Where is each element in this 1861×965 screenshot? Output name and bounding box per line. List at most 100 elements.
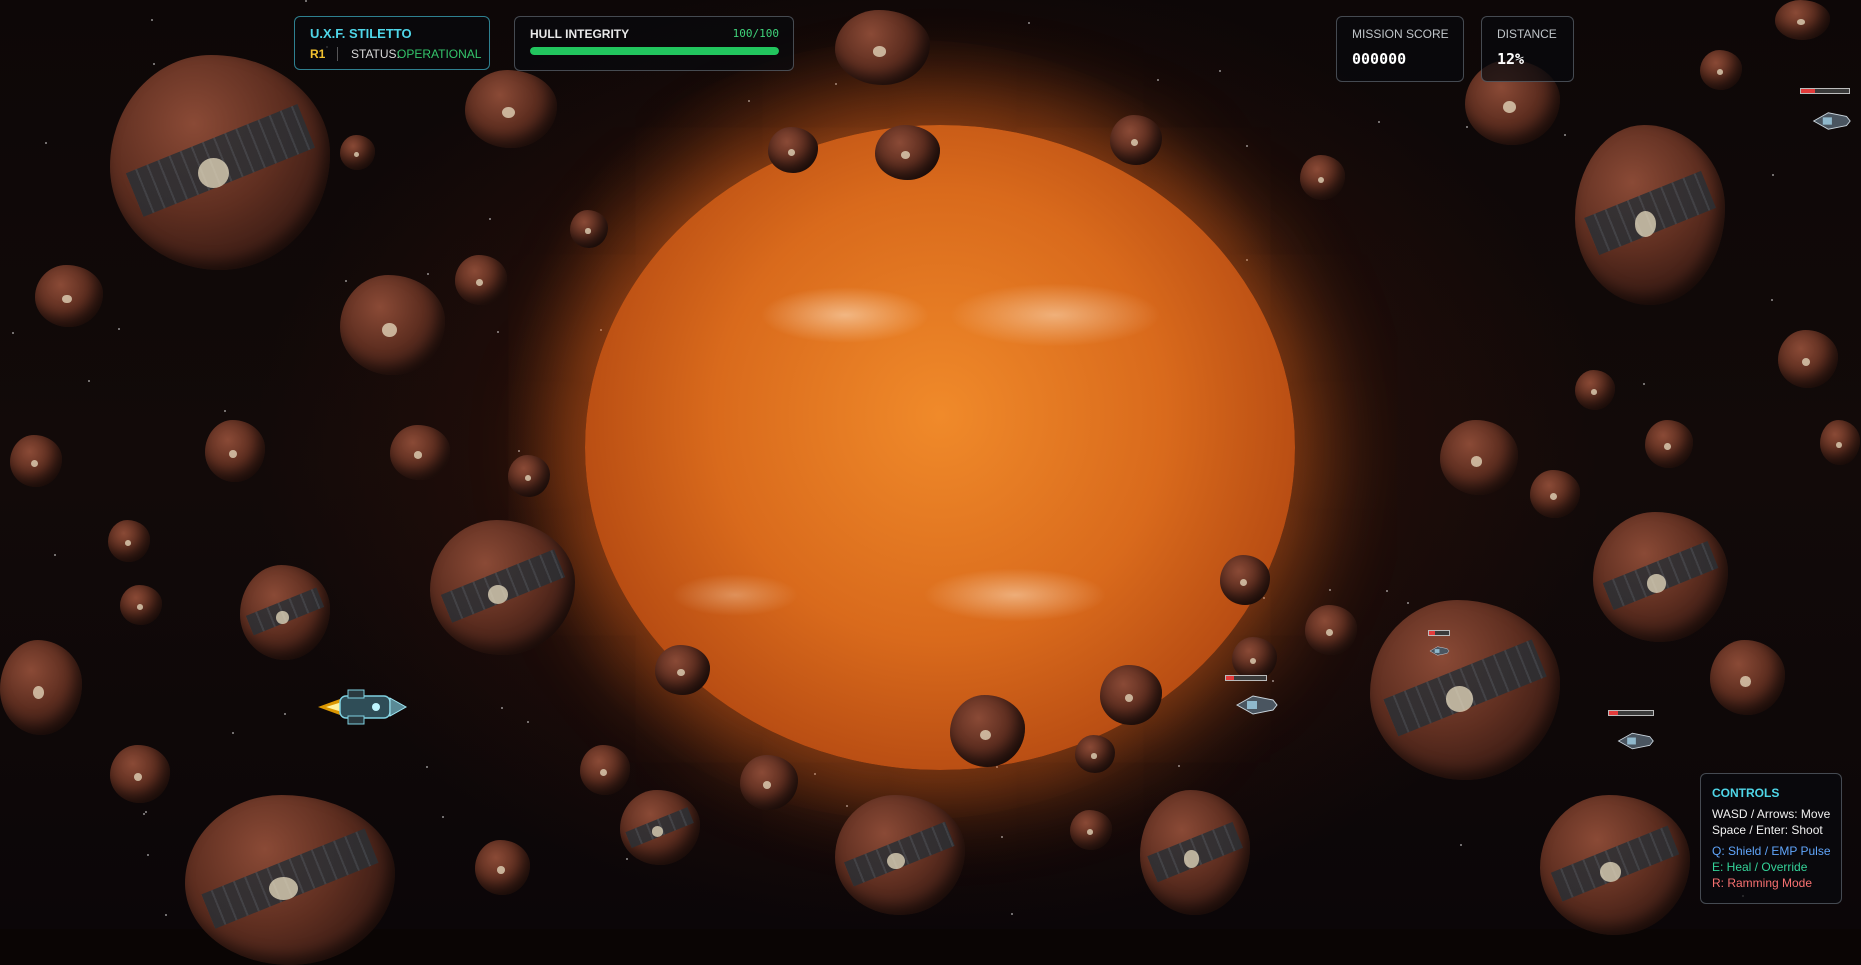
asteroid bbox=[1070, 810, 1112, 850]
asteroid bbox=[0, 640, 82, 735]
asteroid bbox=[455, 255, 507, 305]
asteroid bbox=[620, 790, 700, 865]
ship-name: U.X.F. STILETTO bbox=[310, 26, 412, 41]
star bbox=[1219, 70, 1221, 72]
enemy-health-fill bbox=[1801, 89, 1816, 93]
asteroid bbox=[108, 520, 150, 562]
star bbox=[45, 142, 47, 144]
star bbox=[151, 19, 153, 21]
star bbox=[1178, 765, 1180, 767]
star bbox=[145, 811, 147, 813]
star bbox=[501, 707, 503, 709]
control-shield: Q: Shield / EMP Pulse bbox=[1712, 844, 1831, 858]
mission-score-value: 000000 bbox=[1352, 50, 1407, 68]
star bbox=[153, 63, 155, 65]
asteroid bbox=[1775, 0, 1830, 40]
asteroid bbox=[1540, 795, 1690, 935]
control-heal: E: Heal / Override bbox=[1712, 860, 1808, 874]
star bbox=[88, 380, 90, 382]
controls-panel: CONTROLS WASD / Arrows: Move Space / Ent… bbox=[1700, 773, 1842, 904]
star bbox=[1772, 174, 1774, 176]
star bbox=[224, 410, 226, 412]
ship-rank: R1 bbox=[310, 47, 326, 61]
star bbox=[1028, 22, 1030, 24]
asteroid bbox=[1140, 790, 1250, 915]
control-shoot: Space / Enter: Shoot bbox=[1712, 823, 1823, 837]
star bbox=[426, 766, 428, 768]
star bbox=[12, 332, 14, 334]
star bbox=[1246, 145, 1248, 147]
asteroid bbox=[835, 795, 965, 915]
asteroid bbox=[205, 420, 265, 482]
enemy-health-bar bbox=[1608, 710, 1654, 716]
asteroid bbox=[1305, 605, 1357, 655]
star bbox=[1272, 680, 1274, 682]
asteroid bbox=[465, 70, 557, 148]
star bbox=[232, 732, 234, 734]
hull-label: HULL INTEGRITY bbox=[530, 27, 630, 41]
star bbox=[1466, 126, 1468, 128]
asteroid bbox=[240, 565, 330, 660]
star bbox=[1460, 844, 1462, 846]
star bbox=[345, 280, 347, 282]
enemy-health-fill bbox=[1226, 676, 1234, 680]
star bbox=[305, 0, 307, 2]
star bbox=[284, 713, 286, 715]
status-label: STATUS: bbox=[351, 47, 400, 61]
star bbox=[1378, 121, 1380, 123]
asteroid bbox=[1300, 155, 1345, 200]
asteroid bbox=[1700, 50, 1742, 90]
asteroid bbox=[1645, 420, 1693, 468]
asteroid bbox=[1370, 600, 1560, 780]
game-viewport[interactable] bbox=[0, 0, 1861, 965]
asteroid bbox=[340, 275, 445, 375]
divider bbox=[337, 47, 338, 61]
star bbox=[147, 854, 149, 856]
mission-score-panel: MISSION SCORE 000000 bbox=[1336, 16, 1464, 82]
enemy-ship bbox=[1617, 732, 1654, 750]
asteroid bbox=[1575, 370, 1615, 410]
star bbox=[143, 813, 145, 815]
enemy-ship bbox=[1812, 112, 1851, 130]
player-ship bbox=[318, 689, 408, 725]
asteroid bbox=[580, 745, 630, 795]
star bbox=[489, 218, 491, 220]
hull-bar bbox=[530, 47, 779, 55]
star bbox=[1564, 134, 1566, 136]
star bbox=[165, 914, 167, 916]
distance-panel: DISTANCE 12% bbox=[1481, 16, 1574, 82]
star bbox=[1771, 299, 1773, 301]
controls-title: CONTROLS bbox=[1712, 786, 1780, 800]
asteroid bbox=[340, 135, 375, 170]
star bbox=[626, 858, 628, 860]
control-ram: R: Ramming Mode bbox=[1712, 876, 1813, 890]
hull-bar-fill bbox=[530, 47, 779, 55]
enemy-health-bar bbox=[1428, 630, 1450, 636]
asteroid bbox=[1710, 640, 1785, 715]
asteroid bbox=[1530, 470, 1580, 518]
asteroid bbox=[390, 425, 450, 480]
asteroid bbox=[1575, 125, 1725, 305]
asteroid bbox=[120, 585, 162, 625]
distance-label: DISTANCE bbox=[1497, 27, 1557, 41]
enemy-health-bar bbox=[1225, 675, 1267, 681]
star bbox=[1407, 602, 1409, 604]
status-value: OPERATIONAL bbox=[397, 47, 482, 61]
star bbox=[1001, 836, 1003, 838]
star bbox=[54, 554, 56, 556]
enemy-ship bbox=[1429, 646, 1450, 656]
asteroid bbox=[35, 265, 103, 327]
asteroid bbox=[475, 840, 530, 895]
star bbox=[1011, 913, 1013, 915]
hull-value: 100/100 bbox=[732, 27, 779, 40]
asteroid bbox=[10, 435, 62, 487]
asteroid bbox=[110, 745, 170, 803]
star bbox=[1157, 79, 1159, 81]
star bbox=[442, 816, 444, 818]
star bbox=[1643, 383, 1645, 385]
asteroid bbox=[185, 795, 395, 965]
asteroid bbox=[1593, 512, 1728, 642]
asteroid bbox=[1440, 420, 1518, 495]
enemy-health-fill bbox=[1609, 711, 1618, 715]
asteroid bbox=[1778, 330, 1838, 388]
